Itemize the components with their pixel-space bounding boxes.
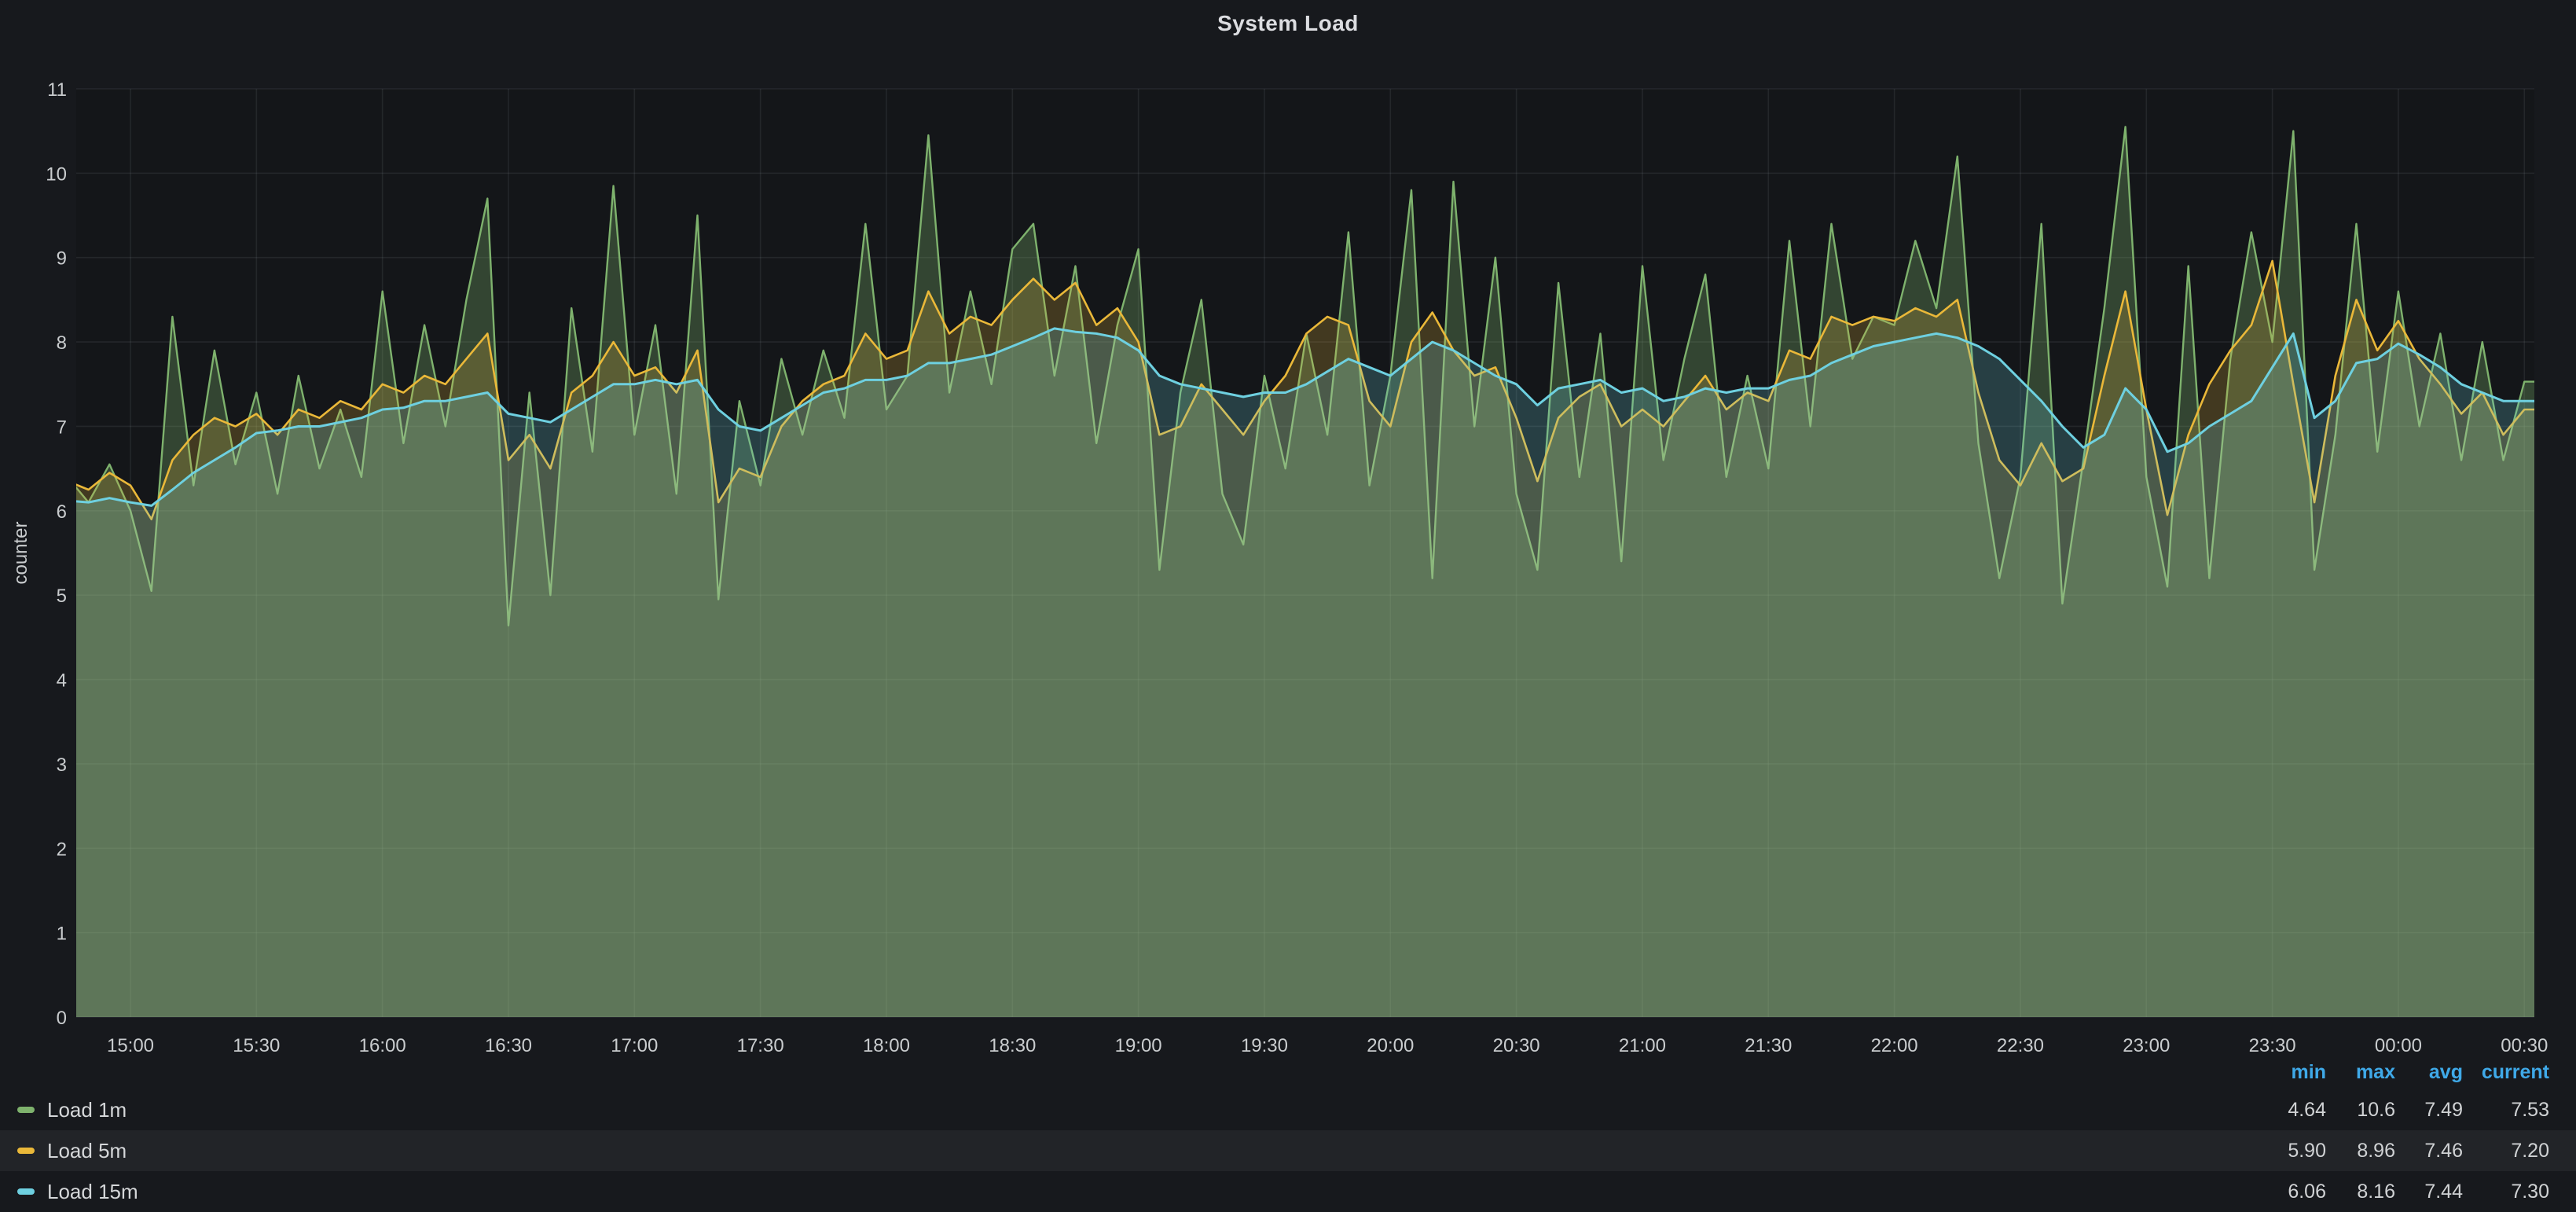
- y-axis-label: counter: [10, 521, 31, 584]
- stat-value-current: 7.53: [2463, 1099, 2549, 1122]
- x-axis-tick-label: 20:30: [1493, 1035, 1540, 1055]
- legend-stats: 5.908.967.467.20: [2232, 1140, 2549, 1162]
- legend-stats: 6.068.167.447.30: [2232, 1181, 2549, 1203]
- x-axis-tick-label: 00:00: [2375, 1035, 2422, 1055]
- x-axis-tick-label: 22:30: [1997, 1035, 2044, 1055]
- y-axis-tick-label: 5: [57, 586, 67, 607]
- y-axis-tick-label: 9: [57, 248, 67, 270]
- y-axis-tick-label: 1: [57, 924, 67, 945]
- x-axis-tick-label: 23:30: [2249, 1035, 2296, 1055]
- stat-value-max: 10.6: [2326, 1099, 2395, 1122]
- legend-swatch[interactable]: [17, 1107, 35, 1113]
- y-axis-tick-label: 8: [57, 332, 67, 354]
- stat-value-avg: 7.44: [2395, 1181, 2463, 1203]
- x-axis-tick-label: 15:00: [107, 1035, 154, 1055]
- graph-panel: System Load 0123456789101115:0015:3016:0…: [0, 0, 2576, 1212]
- y-axis-tick-label: 0: [57, 1008, 67, 1029]
- x-axis-tick-label: 16:30: [485, 1035, 532, 1055]
- y-axis-tick-label: 2: [57, 839, 67, 860]
- x-axis-tick-label: 18:00: [863, 1035, 910, 1055]
- legend-row-load-15m[interactable]: Load 15m 6.068.167.447.30: [0, 1171, 2576, 1212]
- legend-label[interactable]: Load 1m: [47, 1098, 127, 1122]
- stat-value-min: 4.64: [2232, 1099, 2326, 1122]
- stat-value-avg: 7.49: [2395, 1099, 2463, 1122]
- x-axis-tick-label: 15:30: [233, 1035, 280, 1055]
- legend-swatch[interactable]: [17, 1148, 35, 1154]
- x-axis-tick-label: 19:00: [1115, 1035, 1162, 1055]
- stat-value-current: 7.20: [2463, 1140, 2549, 1162]
- stat-value-avg: 7.46: [2395, 1140, 2463, 1162]
- stat-value-min: 5.90: [2232, 1140, 2326, 1162]
- x-axis-tick-label: 17:00: [611, 1035, 658, 1055]
- legend-label[interactable]: Load 5m: [47, 1139, 127, 1163]
- legend-rows: Load 1m4.6410.67.497.53Load 5m5.908.967.…: [0, 1089, 2576, 1212]
- legend-stats: 4.6410.67.497.53: [2232, 1099, 2549, 1122]
- stat-header-min[interactable]: min: [2232, 1061, 2326, 1084]
- x-axis-tick-label: 16:00: [359, 1035, 406, 1055]
- x-axis-tick-label: 17:30: [737, 1035, 784, 1055]
- legend-header-row: minmaxavgcurrent: [0, 1055, 2576, 1089]
- y-axis-tick-label: 3: [57, 755, 67, 776]
- legend-stat-headers: minmaxavgcurrent: [2232, 1061, 2549, 1084]
- y-axis-tick-label: 6: [57, 501, 67, 523]
- stat-value-max: 8.16: [2326, 1181, 2395, 1203]
- legend-swatch[interactable]: [17, 1188, 35, 1195]
- legend-row-load-5m[interactable]: Load 5m 5.908.967.467.20: [0, 1130, 2576, 1171]
- x-axis-tick-label: 21:00: [1619, 1035, 1666, 1055]
- legend-row-load-1m[interactable]: Load 1m 4.6410.67.497.53: [0, 1089, 2576, 1130]
- y-axis-tick-label: 7: [57, 417, 67, 438]
- x-axis-tick-label: 18:30: [989, 1035, 1036, 1055]
- x-axis-tick-label: 21:30: [1745, 1035, 1792, 1055]
- stat-header-current[interactable]: current: [2463, 1061, 2549, 1084]
- x-axis-tick-label: 19:30: [1241, 1035, 1288, 1055]
- stat-header-max[interactable]: max: [2326, 1061, 2395, 1084]
- x-axis-tick-label: 22:00: [1871, 1035, 1918, 1055]
- legend-label[interactable]: Load 15m: [47, 1180, 138, 1204]
- x-axis-tick-label: 00:30: [2501, 1035, 2548, 1055]
- stat-value-max: 8.96: [2326, 1140, 2395, 1162]
- y-axis-tick-label: 11: [47, 79, 67, 101]
- y-axis-tick-label: 10: [46, 163, 67, 185]
- stat-value-current: 7.30: [2463, 1181, 2549, 1203]
- x-axis-tick-label: 23:00: [2123, 1035, 2170, 1055]
- time-series-chart[interactable]: 0 1 2 3 4 5 6 7 8 9 10 11 15:00 15:30 16:00 16:30 17:00 1…: [0, 0, 2576, 1055]
- y-axis-tick-label: 4: [57, 670, 67, 692]
- x-axis-tick-label: 20:00: [1367, 1035, 1414, 1055]
- stat-header-avg[interactable]: avg: [2395, 1061, 2463, 1084]
- stat-value-min: 6.06: [2232, 1181, 2326, 1203]
- legend: minmaxavgcurrent Load 1m 4.6410.67.497.53…: [0, 1055, 2576, 1212]
